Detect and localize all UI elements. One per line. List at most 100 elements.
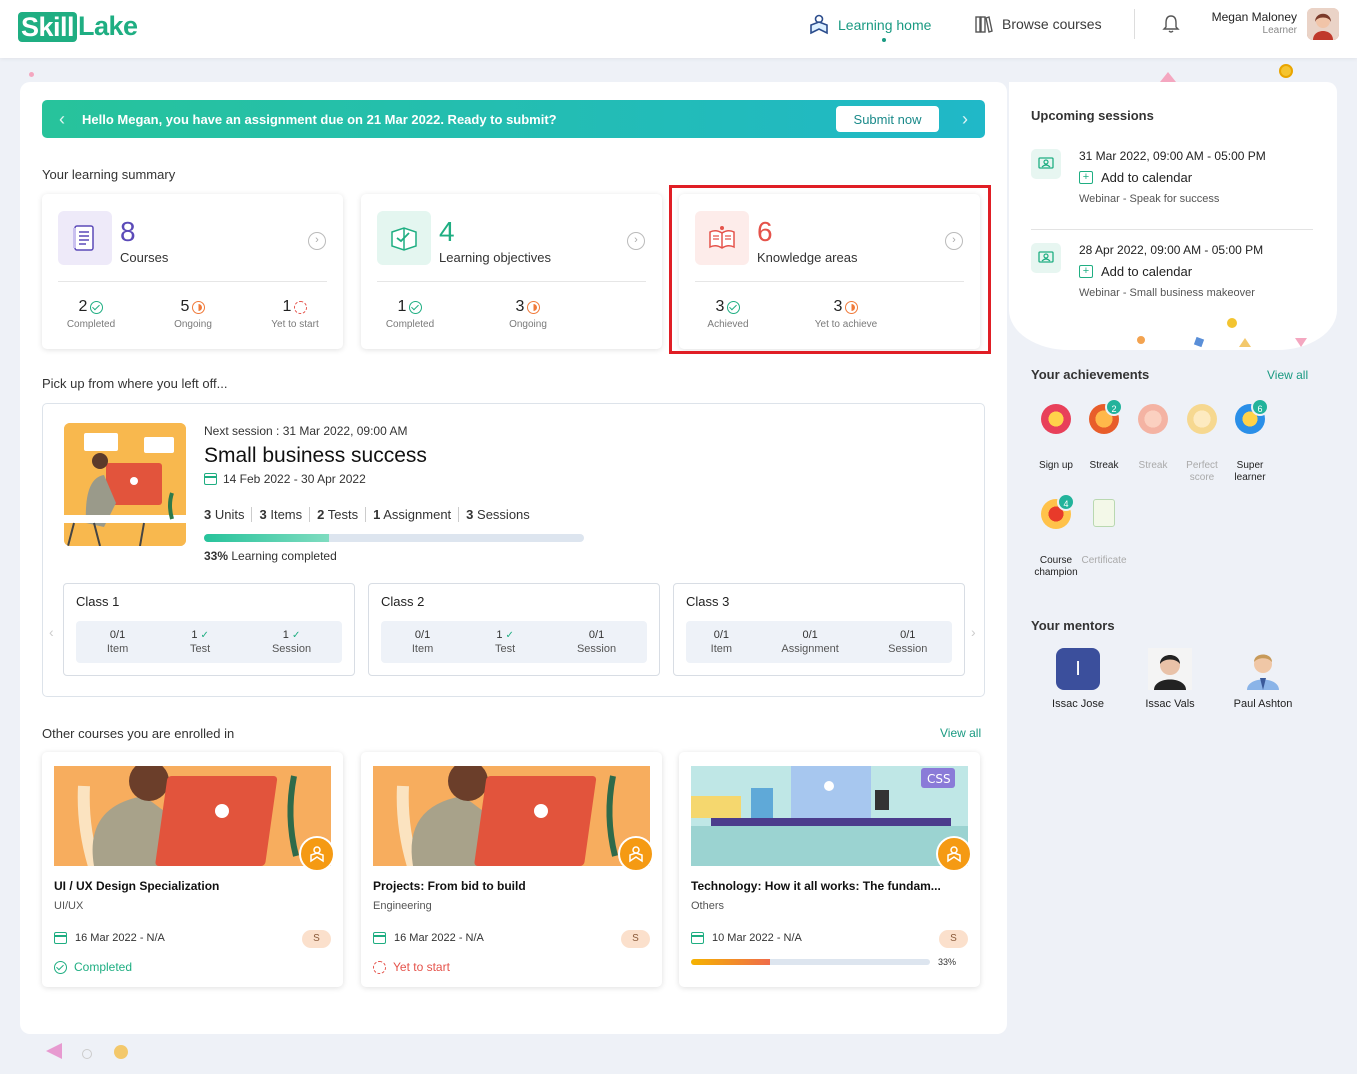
achievement-badge[interactable]: Sign up: [1032, 404, 1080, 472]
arrow-right-icon[interactable]: ›: [627, 232, 645, 250]
meta-count: 3: [466, 507, 474, 522]
top-bar: Skill Lake Learning home Browse courses M…: [0, 0, 1357, 58]
mentor-item[interactable]: I Issac Jose: [1033, 648, 1123, 710]
class-stats: 0/1 Item 1 ✓ Test 1 ✓ Session: [76, 621, 342, 663]
calendar-plus-icon: +: [1079, 265, 1093, 278]
class-stat: 0/1 Item: [107, 629, 128, 655]
banner-prev-icon[interactable]: ‹: [42, 109, 82, 130]
user-avatar[interactable]: [1307, 8, 1339, 40]
user-info[interactable]: Megan Maloney Learner: [1212, 10, 1297, 36]
course-title[interactable]: Small business success: [204, 444, 427, 468]
mentor-item[interactable]: Paul Ashton: [1218, 648, 1308, 710]
class-stat: 0/1 Session: [888, 629, 927, 655]
course-card[interactable]: CSS Technology: How it all works: The fu…: [679, 752, 980, 987]
class-stat-value: 0/1: [109, 629, 126, 641]
course-status: Completed: [54, 960, 132, 974]
calendar-icon: [373, 932, 386, 944]
mentor-avatar: I: [1056, 648, 1100, 690]
stat-value: 1: [397, 298, 407, 315]
summary-card-courses[interactable]: 8 Courses › 2 Completed 5 Ongoing 1 Yet to …: [42, 194, 343, 349]
nav-browse-courses[interactable]: Browse courses: [974, 14, 1102, 34]
course-category: Engineering: [373, 900, 432, 912]
courses-count: 8: [120, 216, 136, 247]
course-card[interactable]: Projects: From bid to build Engineering …: [361, 752, 662, 987]
bell-icon[interactable]: [1162, 14, 1180, 39]
course-date: 10 Mar 2022 - N/A: [691, 932, 802, 944]
class-stat-label: Session: [576, 643, 617, 655]
achievement-badge[interactable]: 4 Course champion: [1032, 493, 1080, 579]
add-to-calendar-button[interactable]: + Add to calendar: [1079, 170, 1192, 185]
session-description: Webinar - Small business makeover: [1079, 287, 1255, 299]
course-title[interactable]: Projects: From bid to build: [373, 879, 653, 893]
course-title[interactable]: Technology: How it all works: The fundam…: [691, 879, 971, 893]
skilllake-logo[interactable]: Skill Lake: [18, 11, 138, 42]
banner-next-icon[interactable]: ›: [945, 109, 985, 130]
achievement-count: 2: [1105, 398, 1123, 416]
achievements-view-all-link[interactable]: View all: [1267, 368, 1308, 382]
classes-next-icon[interactable]: ›: [971, 624, 976, 640]
confetti-dot: [29, 72, 34, 77]
meta-label: Items: [270, 507, 303, 522]
class-card[interactable]: Class 2 0/1 Item 1 ✓ Test 0/1 Session: [368, 583, 660, 676]
achievement-badge[interactable]: Streak: [1129, 404, 1177, 472]
class-stat: 0/1 Item: [412, 629, 433, 655]
meta-sessions: 3 Sessions: [458, 507, 537, 522]
courses-label: Courses: [120, 250, 169, 265]
class-stat: 0/1 Item: [711, 629, 732, 655]
add-to-calendar-button[interactable]: + Add to calendar: [1079, 264, 1192, 279]
mentor-name: Issac Vals: [1145, 698, 1195, 710]
calendar-plus-icon: +: [1079, 171, 1093, 184]
class-name: Class 3: [686, 594, 730, 609]
session-time: 28 Apr 2022, 09:00 AM - 05:00 PM: [1079, 243, 1264, 257]
class-card[interactable]: Class 3 0/1 Item 0/1 Assignment 0/1 Session: [673, 583, 965, 676]
webinar-icon: [1031, 149, 1061, 179]
stat-ongoing: 5 Ongoing: [148, 298, 238, 330]
mentor-item[interactable]: Issac Vals: [1125, 648, 1215, 710]
continue-course-card[interactable]: Next session : 31 Mar 2022, 09:00 AM Sma…: [42, 403, 985, 697]
class-stat-value: 0/1: [802, 629, 818, 641]
course-category: UI/UX: [54, 900, 84, 912]
classes-prev-icon[interactable]: ‹: [49, 624, 54, 640]
achievement-badge[interactable]: 6 Super learner: [1226, 398, 1274, 484]
divider: [1031, 229, 1313, 230]
stat-value: 2: [78, 298, 88, 315]
course-illustration: [64, 423, 186, 546]
course-date: 16 Mar 2022 - N/A: [373, 932, 484, 944]
arrow-right-icon[interactable]: ›: [308, 232, 326, 250]
confetti-dot: [1137, 336, 1145, 344]
course-type-badge: S: [302, 930, 331, 948]
course-status-text: Yet to start: [393, 960, 450, 974]
achievement-badge[interactable]: 2 Streak: [1080, 398, 1128, 472]
course-title[interactable]: UI / UX Design Specialization: [54, 879, 334, 893]
banner-message: Hello Megan, you have an assignment due …: [82, 111, 557, 127]
submit-now-button[interactable]: Submit now: [836, 106, 939, 132]
class-stat: 1 ✓ Test: [190, 629, 210, 655]
session-time: 31 Mar 2022, 09:00 AM - 05:00 PM: [1079, 149, 1266, 163]
summary-card-learning-objectives[interactable]: 4 Learning objectives › 1 Completed 3 Ongo…: [361, 194, 662, 349]
learning-home-icon: [810, 14, 828, 35]
achievement-label: Streak: [1089, 460, 1119, 471]
nav-learning-home[interactable]: Learning home: [808, 14, 931, 42]
course-date-text: 16 Mar 2022 - N/A: [394, 932, 484, 944]
meta-label: Sessions: [477, 507, 530, 522]
mentor-name: Paul Ashton: [1233, 698, 1293, 710]
class-name: Class 2: [381, 594, 425, 609]
user-role: Learner: [1262, 25, 1297, 36]
meta-units: 3 Units: [204, 507, 251, 522]
meta-count: 3: [259, 507, 267, 522]
course-card[interactable]: UI / UX Design Specialization UI/UX 16 M…: [42, 752, 343, 987]
achievement-badge[interactable]: Perfect score: [1178, 404, 1226, 484]
class-stat: 0/1 Assignment: [781, 629, 838, 655]
achievement-badge[interactable]: Certificate: [1080, 499, 1128, 567]
class-card[interactable]: Class 1 0/1 Item 1 ✓ Test 1 ✓ Session: [63, 583, 355, 676]
enrolled-courses-title: Other courses you are enrolled in: [42, 726, 235, 741]
course-progress-bar: [691, 959, 930, 965]
header-divider: [1134, 9, 1135, 39]
stat-completed: 1 Completed: [365, 298, 455, 330]
course-status: Yet to start: [373, 960, 450, 974]
course-date: 16 Mar 2022 - N/A: [54, 932, 165, 944]
course-status-text: Completed: [74, 960, 133, 974]
stat-label: Completed: [385, 319, 435, 330]
user-name: Megan Maloney: [1211, 10, 1297, 24]
enrolled-view-all-link[interactable]: View all: [940, 726, 981, 740]
